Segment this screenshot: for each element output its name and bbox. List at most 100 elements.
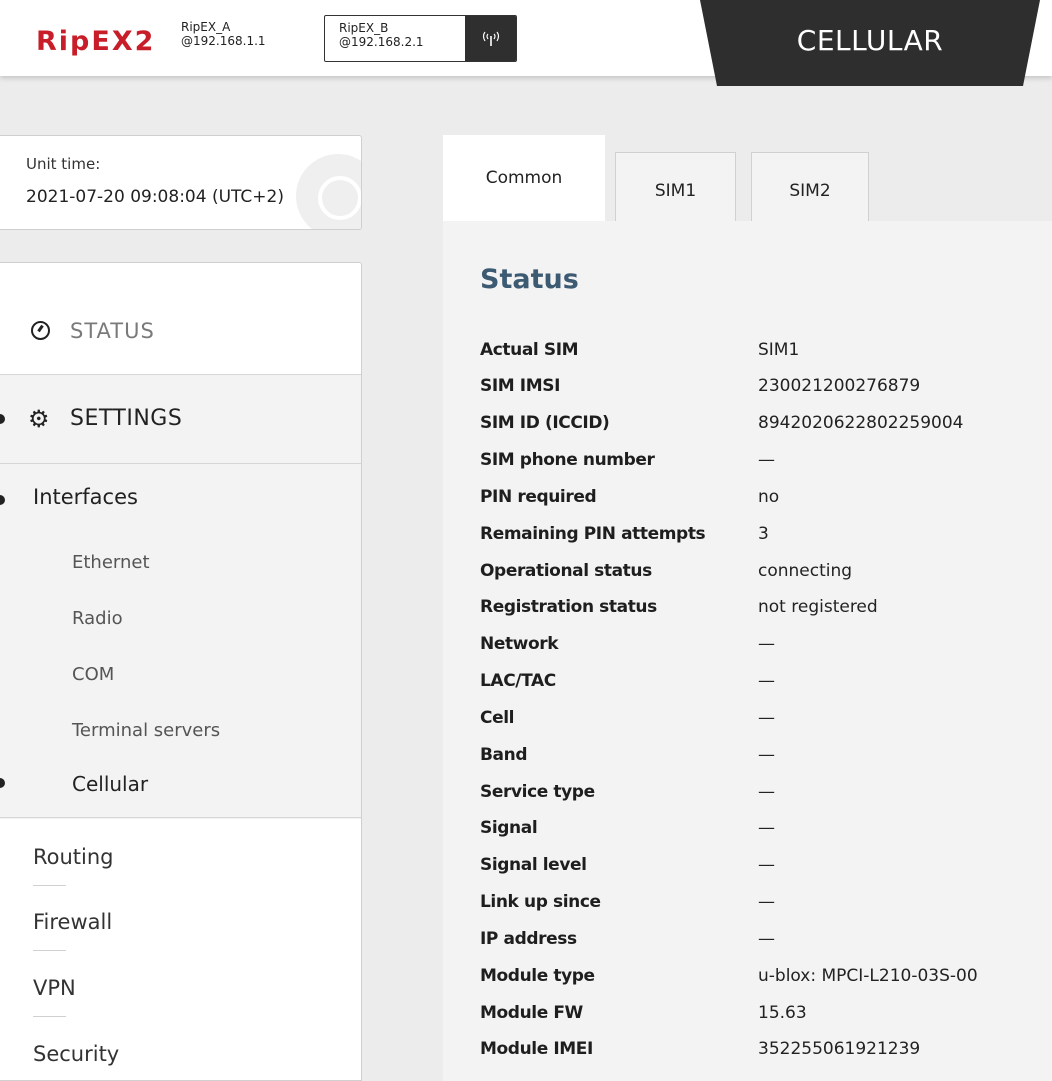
status-key: Module type: [480, 966, 595, 986]
status-key: Module FW: [480, 1003, 583, 1023]
status-value: connecting: [758, 561, 853, 581]
status-value: —: [758, 892, 775, 912]
status-row: Registration status not registered: [480, 597, 1052, 633]
status-value: 8942020622802259004: [758, 413, 964, 433]
tab-common[interactable]: Common: [443, 135, 605, 221]
status-key: Signal level: [480, 855, 587, 875]
unit-time-value: 2021-07-20 09:08:04 (UTC+2): [26, 187, 284, 207]
status-value: —: [758, 855, 775, 875]
status-key: IP address: [480, 929, 577, 949]
status-key: Service type: [480, 782, 595, 802]
top-header: RipEX2 RipEX_A @192.168.1.1 RipEX_B @192…: [0, 0, 1052, 86]
status-key: Band: [480, 745, 528, 765]
status-row: Signal level —: [480, 855, 1052, 891]
logo-suffix: 2: [134, 26, 156, 57]
status-key: SIM ID (ICCID): [480, 413, 610, 433]
status-value: u-blox: MPCI-L210-03S-00: [758, 966, 978, 986]
unit-b-selector[interactable]: RipEX_B @192.168.2.1: [324, 15, 517, 62]
divider: [33, 950, 66, 951]
sidebar-item-routing[interactable]: Routing: [33, 845, 114, 869]
tab-sim1[interactable]: SIM1: [615, 152, 736, 221]
status-value: —: [758, 634, 775, 654]
status-key: Registration status: [480, 597, 657, 617]
sidebar-nav: STATUS ⚙ SETTINGS Interfaces Ethernet Ra…: [0, 262, 362, 1081]
sidebar-item-vpn[interactable]: VPN: [33, 976, 76, 1000]
status-row: Module FW 15.63: [480, 1003, 1052, 1039]
ripex-logo: RipEX2: [36, 26, 155, 57]
sidebar-item-radio[interactable]: Radio: [72, 608, 123, 629]
unit-time-box: Unit time: 2021-07-20 09:08:04 (UTC+2): [0, 135, 362, 230]
status-panel: Status Actual SIM SIM1 SIM IMSI 2300212002…: [443, 221, 1052, 1081]
status-key: SIM IMSI: [480, 376, 561, 396]
status-row: SIM ID (ICCID) 8942020622802259004: [480, 413, 1052, 449]
unit-b-text: RipEX_B @192.168.2.1: [339, 21, 424, 49]
status-value: —: [758, 818, 775, 838]
sidebar-item-settings-label: SETTINGS: [70, 406, 183, 431]
status-key: Cell: [480, 708, 515, 728]
sidebar-item-status[interactable]: STATUS: [0, 263, 361, 375]
status-value: —: [758, 929, 775, 949]
sidebar-item-firewall[interactable]: Firewall: [33, 910, 112, 934]
sidebar-item-security[interactable]: Security: [33, 1042, 119, 1066]
sidebar-item-interfaces[interactable]: Interfaces: [33, 485, 138, 509]
tab-sim2[interactable]: SIM2: [751, 152, 869, 221]
status-value: no: [758, 487, 780, 507]
status-row: Actual SIM SIM1: [480, 340, 1052, 376]
gears-icon: ⚙: [28, 405, 50, 433]
unit-b-ip: @192.168.2.1: [339, 35, 424, 49]
status-key: Link up since: [480, 892, 601, 912]
status-key: PIN required: [480, 487, 597, 507]
status-row: Band —: [480, 745, 1052, 781]
page-title: CELLULAR: [796, 24, 944, 57]
status-row: Remaining PIN attempts 3: [480, 524, 1052, 560]
status-key: Operational status: [480, 561, 652, 581]
status-value: 352255061921239: [758, 1039, 921, 1059]
page-title-tab: CELLULAR: [700, 0, 1040, 86]
status-key: LAC/TAC: [480, 671, 556, 691]
settings-submenu: Interfaces Ethernet Radio COM Terminal s…: [0, 465, 361, 818]
tab-sim1-label: SIM1: [654, 181, 697, 201]
status-key: Remaining PIN attempts: [480, 524, 706, 544]
status-key: Module IMEI: [480, 1039, 593, 1059]
status-value: SIM1: [758, 340, 800, 360]
status-key: Actual SIM: [480, 340, 579, 360]
divider: [33, 885, 66, 886]
unit-a-selector[interactable]: RipEX_A @192.168.1.1: [181, 20, 266, 48]
status-row: Cell —: [480, 708, 1052, 744]
status-row: Module type u-blox: MPCI-L210-03S-00: [480, 966, 1052, 1002]
status-value: —: [758, 671, 775, 691]
sidebar-other-items: Routing Firewall VPN Security: [0, 819, 361, 1080]
status-row: Module IMEI 352255061921239: [480, 1039, 1052, 1075]
tab-sim2-label: SIM2: [789, 181, 831, 201]
status-row: LAC/TAC —: [480, 671, 1052, 707]
sidebar-item-com[interactable]: COM: [72, 664, 114, 685]
status-value: not registered: [758, 597, 878, 617]
status-key: Network: [480, 634, 559, 654]
sidebar-item-ethernet[interactable]: Ethernet: [72, 552, 150, 573]
status-row: SIM phone number —: [480, 450, 1052, 486]
unit-a-ip: @192.168.1.1: [181, 34, 266, 48]
status-row: PIN required no: [480, 487, 1052, 523]
status-value: —: [758, 450, 775, 470]
status-row: Service type —: [480, 782, 1052, 818]
gauge-icon: [31, 321, 50, 340]
logo-text: RipEX: [36, 26, 135, 57]
status-row: Link up since —: [480, 892, 1052, 928]
status-row: Network —: [480, 634, 1052, 670]
sidebar-item-terminal-servers[interactable]: Terminal servers: [72, 720, 220, 741]
active-indicator-dot: [0, 414, 5, 424]
sidebar-item-settings[interactable]: ⚙ SETTINGS: [0, 376, 361, 464]
status-value: —: [758, 708, 775, 728]
status-key: SIM phone number: [480, 450, 655, 470]
antenna-icon: [465, 16, 516, 61]
unit-a-name: RipEX_A: [181, 20, 231, 34]
status-value: —: [758, 745, 775, 765]
sidebar-item-cellular[interactable]: Cellular: [72, 772, 148, 796]
status-value: —: [758, 782, 775, 802]
unit-time-label: Unit time:: [26, 155, 101, 173]
tab-common-label: Common: [485, 168, 563, 188]
active-indicator-dot: [0, 495, 5, 505]
status-row: SIM IMSI 230021200276879: [480, 376, 1052, 412]
status-row: Operational status connecting: [480, 561, 1052, 597]
status-key: Signal: [480, 818, 538, 838]
